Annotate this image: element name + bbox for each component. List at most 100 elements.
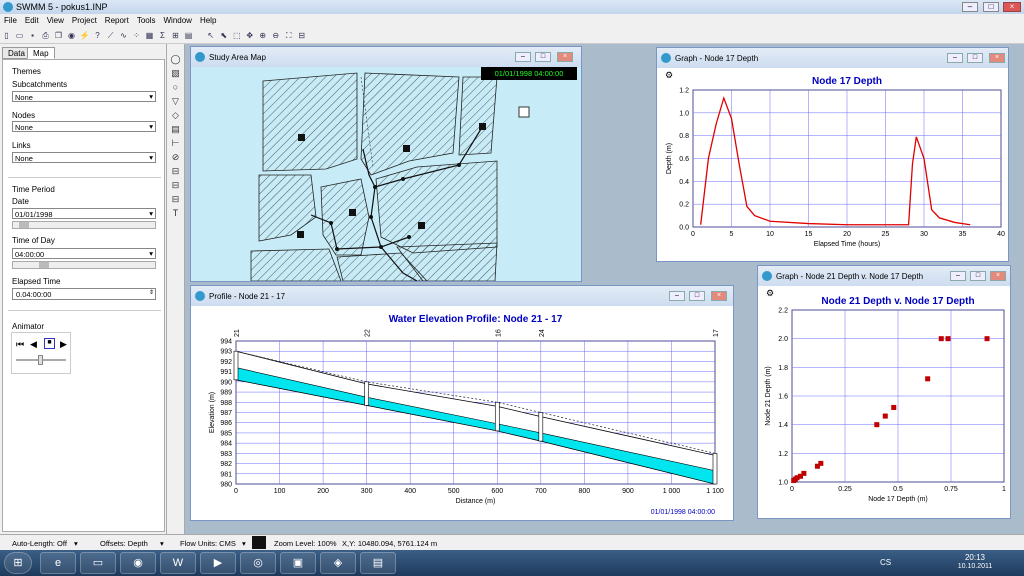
profile-titlebar[interactable]: Profile - Node 21 - 17 – □ × bbox=[191, 286, 733, 306]
print-icon[interactable]: ⎙ bbox=[40, 30, 51, 41]
run-icon[interactable]: ⚡ bbox=[79, 30, 90, 41]
flow-units-status[interactable]: Flow Units: CMS bbox=[180, 539, 236, 548]
zoom-out-icon[interactable]: ⊖ bbox=[270, 30, 281, 41]
region-icon[interactable]: ⬚ bbox=[231, 30, 242, 41]
offsets-status[interactable]: Offsets: Depth bbox=[100, 539, 148, 548]
menu-help[interactable]: Help bbox=[196, 14, 220, 27]
weir-tool-icon[interactable]: ⊟ bbox=[167, 178, 184, 192]
menu-tools[interactable]: Tools bbox=[133, 14, 160, 27]
orifice-tool-icon[interactable]: ⊟ bbox=[167, 164, 184, 178]
graph2-minimize-button[interactable]: – bbox=[950, 271, 966, 281]
menu-file[interactable]: File bbox=[0, 14, 21, 27]
graph1-maximize-button[interactable]: □ bbox=[967, 53, 983, 63]
new-file-icon[interactable]: ▯ bbox=[1, 30, 12, 41]
outfall-tool-icon[interactable]: ▽ bbox=[167, 94, 184, 108]
speed-slider-thumb[interactable] bbox=[38, 355, 43, 365]
language-indicator[interactable]: CS bbox=[880, 558, 891, 567]
dropdown-icon[interactable]: ▾ bbox=[74, 539, 78, 548]
minimize-button[interactable]: – bbox=[962, 2, 978, 12]
media-player-icon[interactable]: ▶ bbox=[200, 552, 236, 574]
measure-icon[interactable]: ⊟ bbox=[296, 30, 307, 41]
rewind-icon[interactable]: ⏮ bbox=[16, 339, 24, 350]
menu-edit[interactable]: Edit bbox=[21, 14, 43, 27]
menu-report[interactable]: Report bbox=[101, 14, 133, 27]
time-scrollbar[interactable] bbox=[12, 261, 156, 269]
app-task-icon[interactable]: ▣ bbox=[280, 552, 316, 574]
graph2-maximize-button[interactable]: □ bbox=[970, 271, 986, 281]
pan-icon[interactable]: ✥ bbox=[244, 30, 255, 41]
zoom-in-icon[interactable]: ⊕ bbox=[257, 30, 268, 41]
query-icon[interactable]: ? bbox=[92, 30, 103, 41]
options-icon[interactable]: ⊞ bbox=[170, 30, 181, 41]
junction-tool-icon[interactable]: ○ bbox=[167, 80, 184, 94]
nodes-select[interactable]: None bbox=[12, 121, 156, 132]
viewer-task-icon[interactable]: ◈ bbox=[320, 552, 356, 574]
map-window-titlebar[interactable]: Study Area Map – □ × bbox=[191, 47, 581, 67]
vertex-icon[interactable]: ⬉ bbox=[218, 30, 229, 41]
date-scroll-thumb[interactable] bbox=[19, 222, 29, 228]
rain-gage-tool-icon[interactable]: ◯ bbox=[167, 52, 184, 66]
scatter-plot-icon[interactable]: ⁘ bbox=[131, 30, 142, 41]
elapsed-time-input[interactable]: 0.04:00:00 ⇕ bbox=[12, 288, 156, 300]
word-icon[interactable]: W bbox=[160, 552, 196, 574]
tab-map[interactable]: Map bbox=[27, 47, 55, 59]
maximize-button[interactable]: □ bbox=[983, 2, 999, 12]
graph2-close-button[interactable]: × bbox=[990, 271, 1006, 281]
close-button[interactable]: × bbox=[1003, 2, 1021, 12]
save-icon[interactable]: ▪ bbox=[27, 30, 38, 41]
profile-minimize-button[interactable]: – bbox=[669, 291, 685, 301]
subcatchment-tool-icon[interactable]: ▧ bbox=[167, 66, 184, 80]
menu-project[interactable]: Project bbox=[68, 14, 101, 27]
calendar-icon[interactable]: ▤ bbox=[183, 30, 194, 41]
select-icon[interactable]: ↖ bbox=[205, 30, 216, 41]
spinner-icon[interactable]: ⇕ bbox=[149, 289, 154, 296]
date-scrollbar[interactable] bbox=[12, 221, 156, 229]
profile-plot-icon[interactable]: ⟋ bbox=[105, 30, 116, 41]
study-area-map-window[interactable]: Study Area Map – □ × 01/01/1998 04:00:00 bbox=[190, 46, 582, 282]
conduit-tool-icon[interactable]: ⊢ bbox=[167, 136, 184, 150]
stop-icon[interactable]: ■ bbox=[44, 338, 55, 349]
statistics-icon[interactable]: Σ bbox=[157, 30, 168, 41]
graph1-close-button[interactable]: × bbox=[989, 53, 1005, 63]
storage-tool-icon[interactable]: ▤ bbox=[167, 122, 184, 136]
auto-length-status[interactable]: Auto-Length: Off bbox=[12, 539, 67, 548]
graph1-titlebar[interactable]: Graph - Node 17 Depth – □ × bbox=[657, 48, 1008, 68]
time-of-day-select[interactable]: 04:00:00 bbox=[12, 248, 156, 259]
profile-maximize-button[interactable]: □ bbox=[689, 291, 705, 301]
firefox-icon[interactable]: ◉ bbox=[120, 552, 156, 574]
menu-view[interactable]: View bbox=[43, 14, 68, 27]
map-canvas[interactable] bbox=[191, 67, 581, 281]
open-file-icon[interactable]: ▭ bbox=[14, 30, 25, 41]
pdf-task-icon[interactable]: ▤ bbox=[360, 552, 396, 574]
map-close-button[interactable]: × bbox=[557, 52, 573, 62]
full-extent-icon[interactable]: ⛶ bbox=[283, 30, 294, 41]
dropdown-icon[interactable]: ▾ bbox=[160, 539, 164, 548]
pump-tool-icon[interactable]: ⊘ bbox=[167, 150, 184, 164]
table-icon[interactable]: ▦ bbox=[144, 30, 155, 41]
graph2-titlebar[interactable]: Graph - Node 21 Depth v. Node 17 Depth –… bbox=[758, 266, 1010, 286]
divider-tool-icon[interactable]: ◇ bbox=[167, 108, 184, 122]
date-select[interactable]: 01/01/1998 bbox=[12, 208, 156, 219]
outlet-tool-icon[interactable]: ⊟ bbox=[167, 192, 184, 206]
time-plot-icon[interactable]: ∿ bbox=[118, 30, 129, 41]
node17-graph-window[interactable]: Graph - Node 17 Depth – □ × ⚙ Node 17 Dept… bbox=[656, 47, 1009, 262]
forward-icon[interactable]: ▶ bbox=[60, 339, 67, 350]
copy-icon[interactable]: ❐ bbox=[53, 30, 64, 41]
graph1-minimize-button[interactable]: – bbox=[947, 53, 963, 63]
browser-icon[interactable]: e bbox=[40, 552, 76, 574]
label-tool-icon[interactable]: T bbox=[167, 206, 184, 220]
map-minimize-button[interactable]: – bbox=[515, 52, 531, 62]
menu-window[interactable]: Window bbox=[160, 14, 196, 27]
profile-close-button[interactable]: × bbox=[711, 291, 727, 301]
subcatchments-select[interactable]: None bbox=[12, 91, 156, 102]
swmm-task-icon[interactable]: ◎ bbox=[240, 552, 276, 574]
folder-icon[interactable]: ▭ bbox=[80, 552, 116, 574]
start-button-icon[interactable]: ⊞ bbox=[4, 552, 32, 574]
dropdown-icon[interactable]: ▾ bbox=[242, 539, 246, 548]
find-icon[interactable]: ◉ bbox=[66, 30, 77, 41]
links-select[interactable]: None bbox=[12, 152, 156, 163]
map-maximize-button[interactable]: □ bbox=[535, 52, 551, 62]
profile-window[interactable]: Profile - Node 21 - 17 – □ × Water Elevati… bbox=[190, 285, 734, 521]
back-icon[interactable]: ◀ bbox=[30, 339, 37, 350]
scatter-graph-window[interactable]: Graph - Node 21 Depth v. Node 17 Depth –… bbox=[757, 265, 1011, 519]
